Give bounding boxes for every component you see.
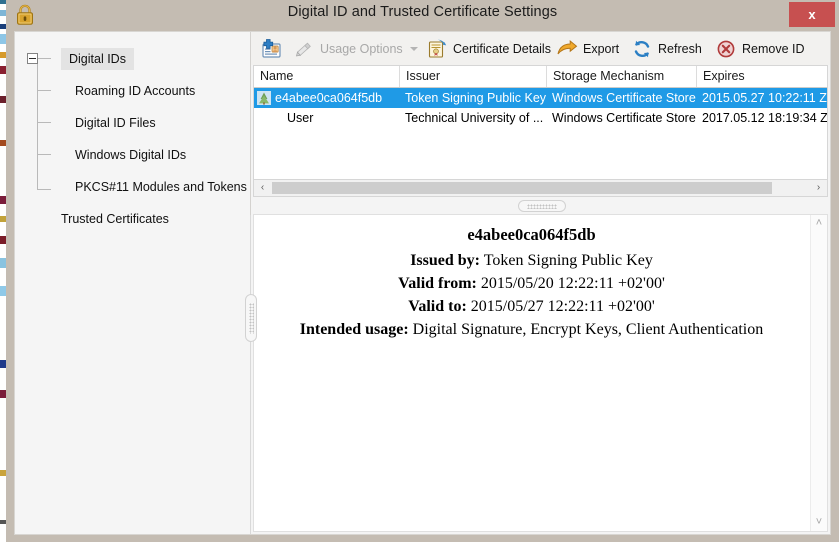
scroll-down-arrow-icon[interactable]: ˅ [811,514,827,531]
usage-options-label: Usage Options [320,41,403,56]
tree-line-branch [37,90,51,91]
refresh-icon [634,40,650,57]
tree-line-branch [37,58,51,59]
table-row[interactable]: User Technical University of ... Windows… [254,108,827,128]
certificate-details-button[interactable]: Certificate Details [426,35,551,62]
cell-name: e4abee0ca064f5db [275,91,383,105]
detail-value: 2015/05/27 12:22:11 +02'00' [470,298,655,315]
dialog-content: Digital IDs Roaming ID Accounts Digital … [14,31,831,535]
cell-expires: 2017.05.12 18:19:34 Z [702,111,827,125]
sidebar-item-digital-ids[interactable]: Digital IDs [61,48,134,70]
scroll-left-arrow-icon[interactable]: ‹ [254,180,271,196]
toolbar: Usage Options Certificate Details Export… [251,32,830,65]
sidebar-item-trusted-certificates[interactable]: Trusted Certificates [61,208,169,230]
certificate-list: Name Issuer Storage Mechanism Expires e4… [253,65,828,180]
chevron-down-icon [409,46,418,51]
export-label: Export [583,41,620,56]
detail-row-intended-usage: Intended usage: Digital Signature, Encry… [254,321,809,339]
list-header-row: Name Issuer Storage Mechanism Expires [254,66,827,88]
grip-dots-icon [527,204,557,209]
sidebar-item-label: PKCS#11 Modules and Tokens [75,180,247,194]
scroll-right-arrow-icon[interactable]: › [810,180,827,196]
certificate-row-icon [257,91,271,105]
sidebar-item-digital-id-files[interactable]: Digital ID Files [75,112,156,134]
horizontal-splitter [251,198,830,214]
navigation-tree: Digital IDs Roaming ID Accounts Digital … [15,32,251,534]
detail-label: Issued by: [410,252,480,269]
sidebar-item-windows-digital-ids[interactable]: Windows Digital IDs [75,144,186,166]
tree-line-vertical [37,59,38,190]
detail-content: e4abee0ca064f5db Issued by: Token Signin… [254,225,809,344]
scroll-up-arrow-icon[interactable]: ˄ [811,215,827,232]
column-header-name[interactable]: Name [254,66,400,87]
detail-label: Valid to: [408,298,467,315]
horizontal-splitter-handle[interactable] [518,200,566,212]
tree-line-branch [37,189,51,190]
refresh-button[interactable]: Refresh [631,35,702,62]
tree-line-branch [37,154,51,155]
right-pane: Usage Options Certificate Details Export… [251,32,830,534]
detail-title: e4abee0ca064f5db [467,225,596,244]
detail-label: Intended usage: [299,321,409,338]
column-header-expires[interactable]: Expires [697,66,827,87]
horizontal-scroll-thumb[interactable] [272,182,772,194]
detail-label: Valid from: [398,275,477,292]
sidebar-item-label: Digital ID Files [75,116,156,130]
table-row[interactable]: e4abee0ca064f5db Token Signing Public Ke… [254,88,827,108]
sidebar-item-roaming-id-accounts[interactable]: Roaming ID Accounts [75,80,195,102]
cell-expires: 2015.05.27 10:22:11 Z [702,91,827,105]
certificate-detail-panel: e4abee0ca064f5db Issued by: Token Signin… [253,214,828,532]
column-header-issuer[interactable]: Issuer [400,66,547,87]
remove-id-button[interactable]: Remove ID [715,35,805,62]
close-icon: x [808,7,816,22]
vertical-splitter-handle[interactable] [245,294,257,342]
certificate-details-label: Certificate Details [453,41,551,56]
window-title: Digital ID and Trusted Certificate Setti… [287,4,558,20]
remove-id-label: Remove ID [742,41,805,56]
splitter-line-bottom [250,342,251,534]
sidebar-item-label: Windows Digital IDs [75,148,187,162]
detail-value: 2015/05/20 12:22:11 +02'00' [480,275,665,292]
detail-value: Digital Signature, Encrypt Keys, Client … [412,321,764,338]
refresh-label: Refresh [658,41,702,56]
add-digital-id-button[interactable] [261,35,283,62]
pencil-icon [295,42,311,56]
usage-options-button[interactable]: Usage Options [293,35,418,62]
sidebar-item-pkcs11-modules-and-tokens[interactable]: PKCS#11 Modules and Tokens [75,176,247,198]
export-button[interactable]: Export [556,35,619,62]
close-button[interactable]: x [789,2,835,27]
cell-storage: Windows Certificate Store [552,91,696,105]
cell-issuer: Technical University of ... [405,111,544,125]
tree-expander-digital-ids[interactable] [27,53,38,64]
cell-name: User [287,111,314,125]
sidebar-item-label: Digital IDs [69,52,126,66]
detail-row-valid-from: Valid from: 2015/05/20 12:22:11 +02'00' [254,275,809,293]
splitter-line-top [250,215,251,294]
export-arrow-icon [557,39,578,54]
grip-dots-icon [249,303,254,334]
detail-value: Token Signing Public Key [483,252,653,269]
cell-storage: Windows Certificate Store [552,111,696,125]
list-horizontal-scrollbar[interactable]: ‹ › [253,180,828,197]
remove-id-icon [717,40,735,57]
detail-row-issued-by: Issued by: Token Signing Public Key [254,252,809,270]
column-header-storage[interactable]: Storage Mechanism [547,66,697,87]
certificate-details-icon [428,39,447,58]
dialog-window: Digital ID and Trusted Certificate Setti… [6,0,839,542]
detail-row-valid-to: Valid to: 2015/05/27 12:22:11 +02'00' [254,298,809,316]
cell-issuer: Token Signing Public Key [405,91,547,105]
add-id-icon [262,38,281,58]
title-bar: Digital ID and Trusted Certificate Setti… [6,0,839,31]
detail-vertical-scrollbar[interactable]: ˄ ˅ [810,215,827,531]
sidebar-item-label: Roaming ID Accounts [75,84,196,98]
sidebar-item-label: Trusted Certificates [61,212,169,226]
tree-line-branch [37,122,51,123]
